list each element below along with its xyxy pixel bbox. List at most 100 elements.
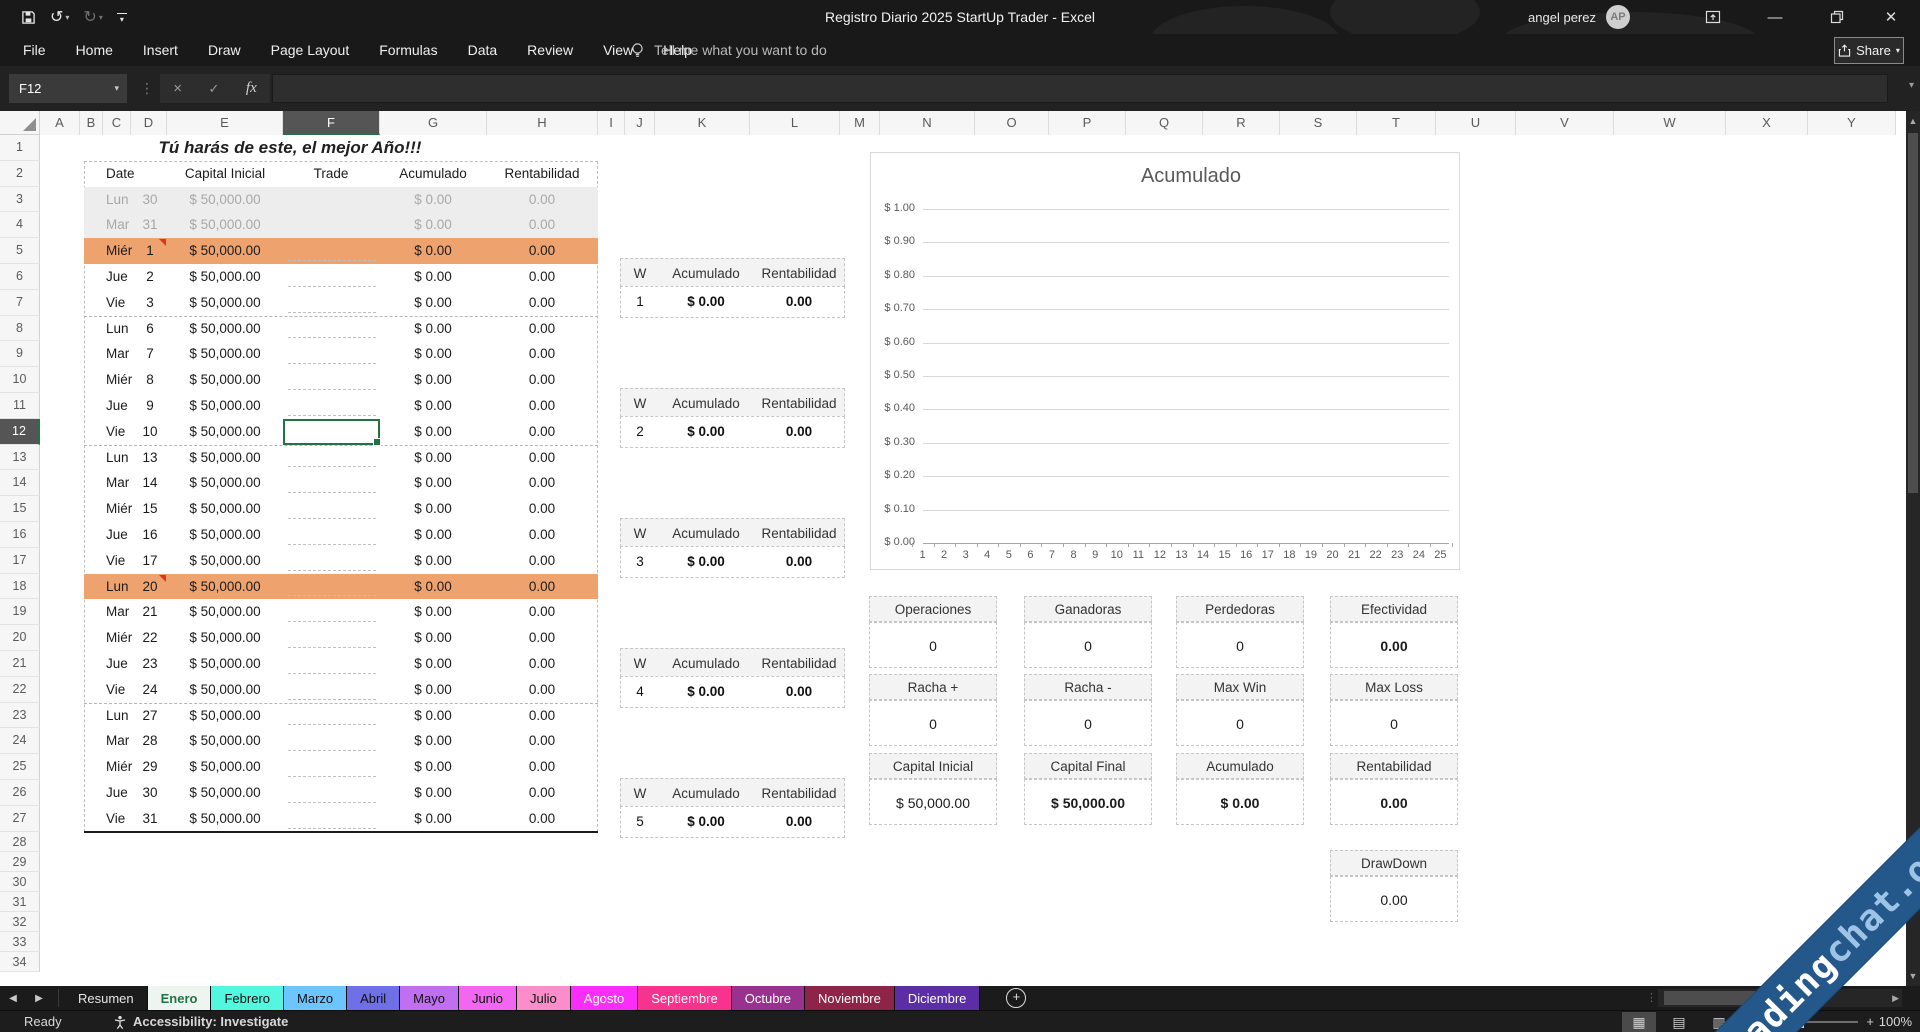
trade-cell-underline[interactable]	[288, 363, 376, 364]
cell-rentabilidad[interactable]: 0.00	[487, 290, 598, 316]
cell-daynum[interactable]: 17	[132, 548, 168, 574]
cell-capital-inicial[interactable]: $ 50,000.00	[167, 625, 283, 651]
cell-day[interactable]: Miér	[106, 238, 132, 264]
cell-day[interactable]: Lun	[106, 574, 129, 600]
table-row[interactable]: Mar7$ 50,000.00$ 0.000.00	[84, 341, 598, 367]
cell-day[interactable]: Jue	[106, 264, 128, 290]
cell-capital-inicial[interactable]: $ 50,000.00	[167, 393, 283, 419]
sheet-tab-enero[interactable]: Enero	[148, 986, 212, 1010]
trade-cell-underline[interactable]	[288, 518, 376, 519]
cell-capital-inicial[interactable]: $ 50,000.00	[167, 496, 283, 522]
tell-me-box[interactable]: Tell me what you want to do	[630, 34, 827, 66]
table-row[interactable]: Jue16$ 50,000.00$ 0.000.00	[84, 522, 598, 548]
table-row[interactable]: Jue9$ 50,000.00 $ 0.000.00	[84, 393, 598, 419]
cell-daynum[interactable]: 15	[132, 496, 168, 522]
table-row[interactable]: Vie17$ 50,000.00$ 0.000.00	[84, 548, 598, 574]
cell-acumulado[interactable]: $ 0.00	[380, 264, 487, 290]
trade-cell-underline[interactable]	[288, 570, 376, 571]
table-row[interactable]: Lun6$ 50,000.00$ 0.000.00	[84, 316, 598, 342]
cell-rentabilidad[interactable]: 0.00	[487, 393, 598, 419]
cell-rentabilidad[interactable]: 0.00	[487, 703, 598, 729]
cell-daynum[interactable]: 10	[132, 419, 168, 445]
cell-capital-inicial[interactable]: $ 50,000.00	[167, 238, 283, 264]
sheet-tab-diciembre[interactable]: Diciembre	[895, 986, 981, 1010]
share-button[interactable]: Share ▾	[1834, 37, 1904, 64]
cell-acumulado[interactable]: $ 0.00	[380, 625, 487, 651]
tab-splitter-handle[interactable]: ⋮	[1646, 991, 1658, 1004]
cell-acumulado[interactable]: $ 0.00	[380, 599, 487, 625]
ribbon-tab-insert[interactable]: Insert	[128, 34, 193, 66]
sheet-tab-septiembre[interactable]: Septiembre	[638, 986, 731, 1010]
cell-day[interactable]: Mar	[106, 470, 129, 496]
cell-day[interactable]: Jue	[106, 780, 128, 806]
trade-cell-underline[interactable]	[288, 699, 376, 700]
cell-day[interactable]: Lun	[106, 187, 129, 213]
cell-rentabilidad[interactable]: 0.00	[487, 470, 598, 496]
select-all-corner[interactable]	[0, 111, 40, 135]
cell-rentabilidad[interactable]: 0.00	[487, 187, 598, 213]
cell-rentabilidad[interactable]: 0.00	[487, 780, 598, 806]
cell-rentabilidad[interactable]: 0.00	[487, 212, 598, 238]
cell-rentabilidad[interactable]: 0.00	[487, 445, 598, 471]
cell-day[interactable]: Lun	[106, 445, 129, 471]
cell-daynum[interactable]: 31	[132, 806, 168, 832]
ribbon-tab-data[interactable]: Data	[453, 34, 513, 66]
cell-capital-inicial[interactable]: $ 50,000.00	[167, 677, 283, 703]
new-sheet-button[interactable]: +	[1006, 988, 1026, 1008]
scroll-right-icon[interactable]: ▶	[1892, 993, 1899, 1004]
cell-day[interactable]: Mar	[106, 341, 129, 367]
cell-acumulado[interactable]: $ 0.00	[380, 187, 487, 213]
cell-rentabilidad[interactable]: 0.00	[487, 651, 598, 677]
restore-button[interactable]	[1814, 0, 1860, 34]
table-row[interactable]: Miér22$ 50,000.00$ 0.000.00	[84, 625, 598, 651]
cell-acumulado[interactable]: $ 0.00	[380, 393, 487, 419]
cell-acumulado[interactable]: $ 0.00	[380, 445, 487, 471]
enter-check-icon[interactable]: ✓	[209, 81, 220, 97]
cell-rentabilidad[interactable]: 0.00	[487, 522, 598, 548]
cell-capital-inicial[interactable]: $ 50,000.00	[167, 548, 283, 574]
cell-rentabilidad[interactable]: 0.00	[487, 548, 598, 574]
cell-day[interactable]: Jue	[106, 651, 128, 677]
table-row[interactable]: Jue23$ 50,000.00$ 0.000.00	[84, 651, 598, 677]
minimize-button[interactable]: —	[1752, 0, 1798, 34]
trade-cell-underline[interactable]	[288, 260, 376, 261]
sheet-tab-mayo[interactable]: Mayo	[400, 986, 459, 1010]
table-row[interactable]: Vie3$ 50,000.00$ 0.000.00	[84, 290, 598, 316]
cell-day[interactable]: Jue	[106, 393, 128, 419]
cell-rentabilidad[interactable]: 0.00	[487, 496, 598, 522]
chart-acumulado[interactable]: Acumulado$ 1.00$ 0.90$ 0.80$ 0.70$ 0.60$…	[870, 152, 1460, 570]
cell-daynum[interactable]: 21	[132, 599, 168, 625]
cell-daynum[interactable]: 9	[132, 393, 168, 419]
cell-acumulado[interactable]: $ 0.00	[380, 419, 487, 445]
cell-daynum[interactable]: 14	[132, 470, 168, 496]
cell-capital-inicial[interactable]: $ 50,000.00	[167, 367, 283, 393]
cell-day[interactable]: Mar	[106, 212, 129, 238]
save-icon[interactable]	[21, 10, 36, 25]
undo-icon[interactable]: ↺▾	[50, 7, 69, 27]
table-row[interactable]: Vie31$ 50,000.00$ 0.000.00	[84, 806, 598, 832]
cell-daynum[interactable]: 2	[132, 264, 168, 290]
account-area[interactable]: angel perez AP	[1528, 0, 1630, 34]
chevron-down-icon[interactable]: ▾	[114, 83, 119, 94]
trade-cell-underline[interactable]	[288, 647, 376, 648]
trade-cell-underline[interactable]	[288, 673, 376, 674]
sheet-tab-agosto[interactable]: Agosto	[571, 986, 638, 1010]
table-row[interactable]: Miér8$ 50,000.00$ 0.000.00	[84, 367, 598, 393]
cell-acumulado[interactable]: $ 0.00	[380, 522, 487, 548]
table-row[interactable]: Jue2$ 50,000.00$ 0.000.00	[84, 264, 598, 290]
cell-capital-inicial[interactable]: $ 50,000.00	[167, 703, 283, 729]
scroll-up-icon[interactable]: ▲	[1906, 113, 1920, 129]
cell-day[interactable]: Lun	[106, 316, 129, 342]
table-row[interactable]: Vie10$ 50,000.00$ 0.000.00	[84, 419, 598, 445]
next-sheet-icon[interactable]: ▶	[26, 986, 52, 1010]
ribbon-tab-review[interactable]: Review	[512, 34, 588, 66]
ribbon-tab-formulas[interactable]: Formulas	[364, 34, 452, 66]
cell-capital-inicial[interactable]: $ 50,000.00	[167, 780, 283, 806]
table-row[interactable]: Miér15$ 50,000.00$ 0.000.00	[84, 496, 598, 522]
trade-cell-underline[interactable]	[288, 828, 376, 829]
sheet-tab-abril[interactable]: Abril	[347, 986, 400, 1010]
cell-day[interactable]: Mar	[106, 599, 129, 625]
cell-acumulado[interactable]: $ 0.00	[380, 677, 487, 703]
trade-cell-underline[interactable]	[288, 595, 376, 596]
cell-rentabilidad[interactable]: 0.00	[487, 238, 598, 264]
